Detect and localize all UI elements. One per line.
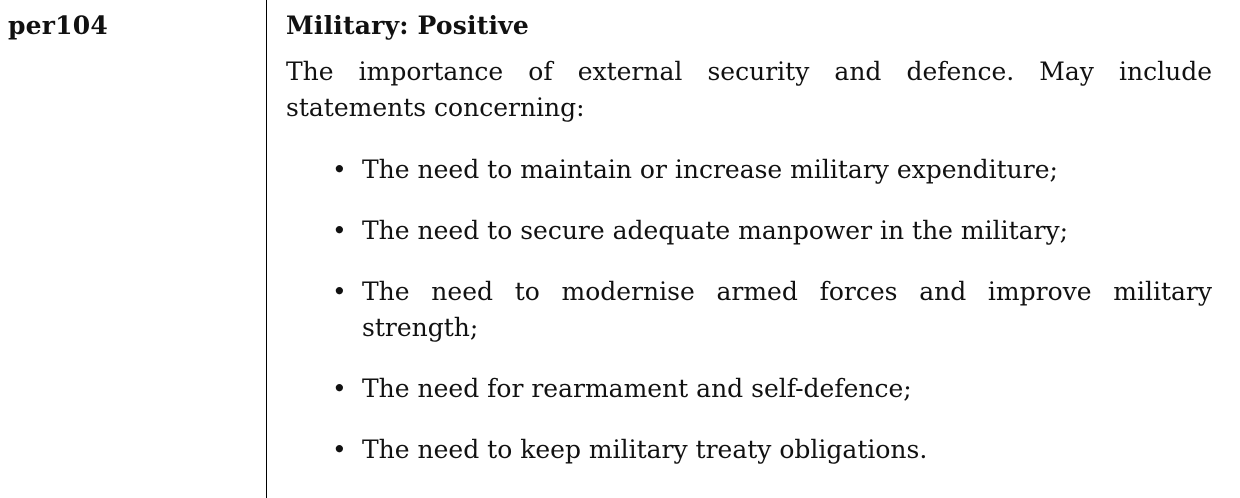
category-title: Military: Positive xyxy=(286,11,529,40)
column-divider xyxy=(266,0,267,498)
statement-text: The need to modernise armed forces and i… xyxy=(362,277,1212,342)
statement-item: • The need for rearmament and self-defen… xyxy=(286,371,1212,407)
page: { "code": "per104", "title": "Military: … xyxy=(0,0,1240,498)
bullet-icon: • xyxy=(332,216,347,245)
bullet-icon: • xyxy=(332,374,347,403)
bullet-icon: • xyxy=(332,155,347,184)
bullet-icon: • xyxy=(332,277,347,306)
statement-item: • The need to modernise armed forces and… xyxy=(286,274,1212,346)
category-content: Military: Positive The importance of ext… xyxy=(286,8,1212,493)
statement-text: The need to maintain or increase militar… xyxy=(362,155,1058,184)
statement-text: The need to secure adequate manpower in … xyxy=(362,216,1069,245)
statement-text: The need for rearmament and self-defence… xyxy=(362,374,912,403)
statement-text: The need to keep military treaty obligat… xyxy=(362,435,928,464)
bullet-icon: • xyxy=(332,435,347,464)
statement-item: • The need to secure adequate manpower i… xyxy=(286,213,1212,249)
category-code: per104 xyxy=(8,11,108,40)
statement-item: • The need to keep military treaty oblig… xyxy=(286,432,1212,468)
statement-item: • The need to maintain or increase milit… xyxy=(286,152,1212,188)
category-description: The importance of external security and … xyxy=(286,57,1212,122)
statement-list: • The need to maintain or increase milit… xyxy=(286,152,1212,468)
